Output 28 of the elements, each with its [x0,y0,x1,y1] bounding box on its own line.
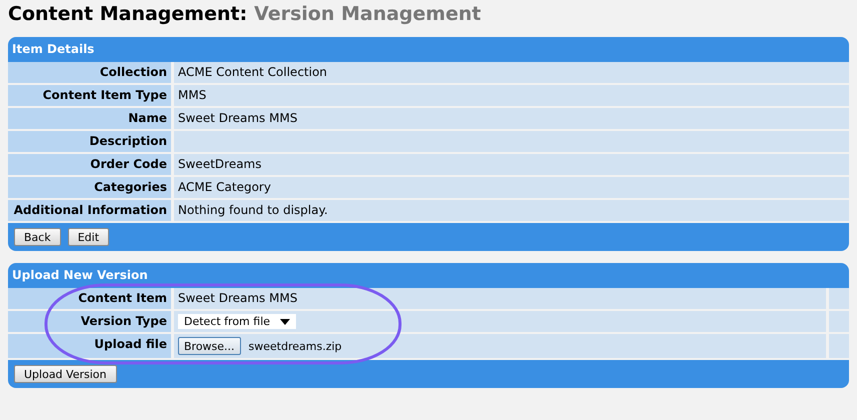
field-label: Name [8,108,174,129]
field-value: ACME Category [174,177,849,198]
field-value: ACME Content Collection [174,62,849,83]
panel-header: Upload New Version [8,263,849,288]
field-label: Categories [8,177,174,198]
field-label: Collection [8,62,174,83]
form-button[interactable]: Back [14,228,61,246]
panel-header: Item Details [8,37,849,62]
upload-version-button[interactable]: Upload Version [14,365,116,383]
field-label: Content Item Type [8,85,174,106]
field-label: Description [8,131,174,152]
form-button[interactable]: Edit [68,228,110,246]
field-value: Sweet Dreams MMS [174,108,849,129]
field-label: Upload file [8,334,174,358]
field-label: Version Type [8,311,174,332]
file-name: sweetdreams.zip [248,340,342,352]
browse-button[interactable]: Browse... [178,337,241,355]
page-title: Content Management: [8,2,248,27]
field-value: Nothing found to display. [174,200,849,221]
field-label: Additional Information [8,200,174,221]
dropdown-caret-icon [280,318,290,324]
field-label: Content Item [8,288,174,309]
field-label: Order Code [8,154,174,175]
version-type-select[interactable]: Detect from file [178,314,296,329]
field-value: MMS [174,85,849,106]
page-subtitle: Version Management [254,2,481,27]
field-value: SweetDreams [174,154,849,175]
field-value: Sweet Dreams MMS [174,288,826,309]
